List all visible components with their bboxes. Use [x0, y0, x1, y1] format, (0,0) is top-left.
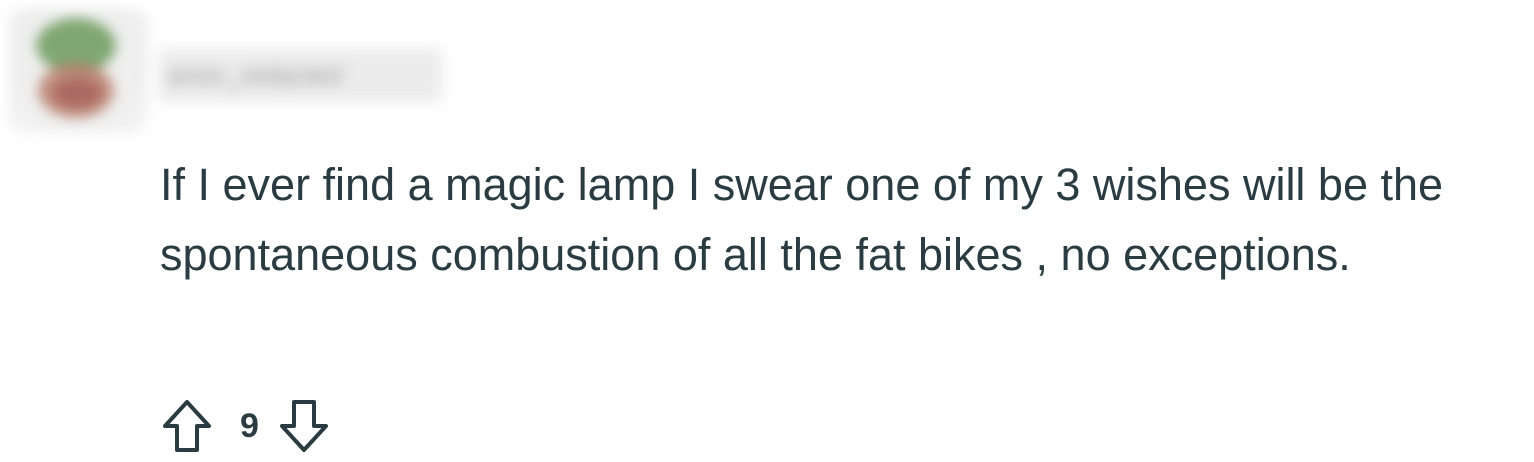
avatar-shape [52, 78, 102, 108]
avatar[interactable] [8, 8, 148, 133]
vote-count: 9 [240, 406, 259, 445]
vote-bar: 9 [158, 396, 333, 456]
arrow-up-outline-icon [163, 400, 211, 452]
upvote-button[interactable] [158, 397, 216, 455]
arrow-down-outline-icon [279, 400, 328, 452]
comment-body: If I ever find a magic lamp I swear one … [160, 159, 1444, 280]
comment: anon_redacted If I ever find a magic lam… [0, 0, 1534, 462]
username[interactable]: anon_redacted [158, 48, 442, 102]
downvote-button[interactable] [275, 397, 333, 455]
